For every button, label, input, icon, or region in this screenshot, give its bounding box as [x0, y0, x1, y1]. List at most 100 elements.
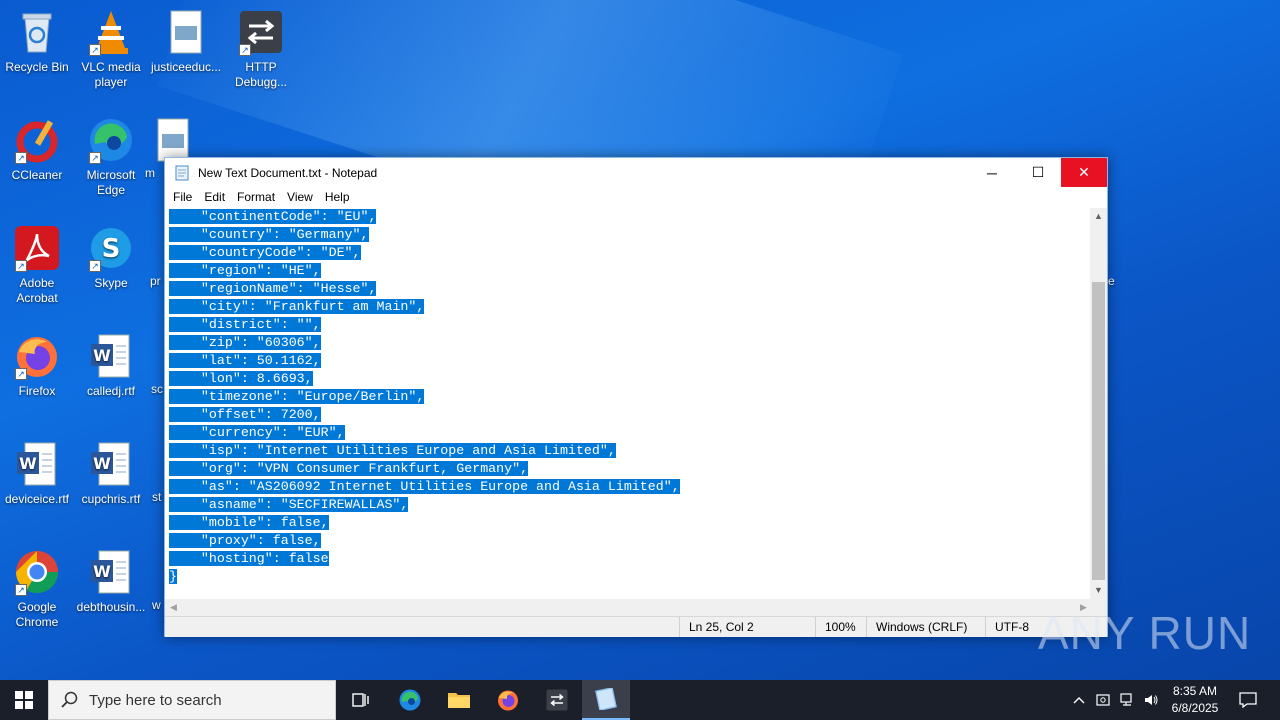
text-line: "continentCode": "EU",	[169, 208, 1092, 226]
status-bar: Ln 25, Col 2 100% Windows (CRLF) UTF-8	[165, 616, 1107, 637]
menu-format[interactable]: Format	[231, 190, 281, 204]
desktop-icon-label: justiceeduc...	[150, 60, 222, 74]
minimize-button[interactable]: ─	[969, 158, 1015, 187]
task-view-icon	[352, 693, 369, 707]
selected-text: "city": "Frankfurt am Main",	[169, 299, 425, 314]
skype-icon: S ↗	[87, 224, 135, 272]
chrome-icon: ↗	[13, 548, 61, 596]
desktop-icon-label: Microsoft Edge	[86, 168, 136, 197]
desktop-icon-label-partial: w	[152, 598, 161, 612]
network-icon[interactable]	[1116, 680, 1138, 720]
scrollbar-thumb[interactable]	[1092, 282, 1105, 580]
desktop-icon-label-partial: e	[1108, 274, 1115, 288]
shortcut-arrow-icon: ↗	[15, 368, 27, 380]
horizontal-scrollbar[interactable]: ◀ ▶	[165, 599, 1092, 616]
tray-overflow-chevron-icon[interactable]	[1068, 680, 1090, 720]
menu-file[interactable]: File	[167, 190, 198, 204]
desktop-icon-chrome[interactable]: ↗ Google Chrome	[0, 548, 74, 630]
taskbar-notepad[interactable]	[582, 680, 630, 720]
menu-view[interactable]: View	[281, 190, 319, 204]
selected-text: "currency": "EUR",	[169, 425, 345, 440]
desktop-icon-http-debugger[interactable]: ↗ HTTP Debugg...	[224, 8, 298, 90]
edge-icon: ↗	[87, 116, 135, 164]
desktop-icon-label: Skype	[94, 276, 128, 290]
text-line: "country": "Germany",	[169, 226, 1092, 244]
taskbar-file-explorer[interactable]	[435, 680, 483, 720]
selected-text: "district": "",	[169, 317, 321, 332]
menu-help[interactable]: Help	[319, 190, 356, 204]
desktop-icon-edge[interactable]: ↗ Microsoft Edge	[74, 116, 148, 198]
vertical-scrollbar[interactable]: ▲ ▼	[1090, 208, 1107, 599]
desktop-icon-calledj[interactable]: W calledj.rtf	[74, 332, 148, 399]
search-icon	[61, 691, 78, 708]
scroll-left-icon[interactable]: ◀	[165, 599, 182, 616]
selected-text: "lon": 8.6693,	[169, 371, 313, 386]
desktop-icon-acrobat[interactable]: ↗ Adobe Acrobat	[0, 224, 74, 306]
desktop-icon-skype[interactable]: S ↗ Skype	[74, 224, 148, 291]
svg-text:W: W	[93, 346, 111, 365]
selected-text: }	[169, 569, 177, 584]
title-bar[interactable]: New Text Document.txt - Notepad ─ ☐ ✕	[165, 158, 1107, 187]
desktop-icon-label: Google Chrome	[15, 600, 59, 629]
adobe-acrobat-icon: ↗	[13, 224, 61, 272]
taskbar-firefox[interactable]	[484, 680, 532, 720]
word-document-icon: W	[87, 548, 135, 596]
desktop-icon-label: cupchris.rtf	[81, 492, 141, 506]
desktop-icon-firefox[interactable]: ↗ Firefox	[0, 332, 74, 399]
clock-time: 8:35 AM	[1172, 684, 1218, 698]
shortcut-arrow-icon: ↗	[239, 44, 251, 56]
notifications-icon[interactable]	[1234, 680, 1262, 720]
text-line: "org": "VPN Consumer Frankfurt, Germany"…	[169, 460, 1092, 478]
desktop-icon-cupchris[interactable]: W cupchris.rtf	[74, 440, 148, 507]
desktop-icon-label: Adobe Acrobat	[16, 276, 58, 305]
desktop-icon-vlc[interactable]: ↗ VLC media player	[74, 8, 148, 90]
desktop-icon-ccleaner[interactable]: ↗ CCleaner	[0, 116, 74, 183]
scroll-up-icon[interactable]: ▲	[1090, 208, 1107, 225]
taskbar-search-box[interactable]: Type here to search	[48, 680, 336, 720]
desktop-icon-label: Recycle Bin	[5, 60, 69, 74]
selected-text: "zip": "60306",	[169, 335, 321, 350]
shortcut-arrow-icon: ↗	[15, 584, 27, 596]
selected-text: "offset": 7200,	[169, 407, 321, 422]
text-line: "zip": "60306",	[169, 334, 1092, 352]
text-line: "proxy": false,	[169, 532, 1092, 550]
desktop-icon-justiceeduc[interactable]: justiceeduc...	[149, 8, 223, 75]
selected-text: "country": "Germany",	[169, 227, 369, 242]
menu-edit[interactable]: Edit	[198, 190, 231, 204]
task-view-button[interactable]	[336, 680, 384, 720]
notepad-window[interactable]: New Text Document.txt - Notepad ─ ☐ ✕ Fi…	[164, 157, 1108, 637]
svg-text:W: W	[93, 562, 111, 581]
selected-text: "as": "AS206092 Internet Utilities Europ…	[169, 479, 680, 494]
selected-text: "proxy": false,	[169, 533, 321, 548]
text-line: "region": "HE",	[169, 262, 1092, 280]
anyrun-watermark: ANY RUN	[1038, 607, 1252, 659]
taskbar-http-debugger[interactable]	[533, 680, 581, 720]
text-line: "hosting": false	[169, 550, 1092, 568]
shortcut-arrow-icon: ↗	[89, 260, 101, 272]
tray-meet-icon[interactable]	[1092, 680, 1114, 720]
text-line: "timezone": "Europe/Berlin",	[169, 388, 1092, 406]
http-debugger-icon	[546, 689, 568, 711]
vlc-icon: ↗	[87, 8, 135, 56]
selected-text: "timezone": "Europe/Berlin",	[169, 389, 425, 404]
selected-text: "hosting": false	[169, 551, 329, 566]
start-button[interactable]	[0, 680, 48, 720]
scroll-down-icon[interactable]: ▼	[1090, 582, 1107, 599]
text-line: "mobile": false,	[169, 514, 1092, 532]
text-editor[interactable]: "continentCode": "EU", "country": "Germa…	[165, 208, 1092, 599]
desktop-icon-debthousin[interactable]: W debthousin...	[74, 548, 148, 615]
firefox-icon: ↗	[13, 332, 61, 380]
close-button[interactable]: ✕	[1061, 158, 1107, 187]
selected-text: "regionName": "Hesse",	[169, 281, 377, 296]
desktop-icon-recycle-bin[interactable]: Recycle Bin	[0, 8, 74, 75]
desktop-icon-label: CCleaner	[11, 168, 63, 182]
windows-logo-icon	[15, 691, 33, 709]
volume-icon[interactable]	[1140, 680, 1162, 720]
desktop-icon-deviceice[interactable]: W deviceice.rtf	[0, 440, 74, 507]
maximize-button[interactable]: ☐	[1015, 158, 1061, 187]
taskbar-edge[interactable]	[386, 680, 434, 720]
selected-text: "asname": "SECFIREWALLAS",	[169, 497, 409, 512]
menu-bar: File Edit Format View Help	[165, 187, 1107, 207]
folder-icon	[448, 693, 470, 708]
clock[interactable]: 8:35 AM 6/8/2025	[1160, 683, 1230, 717]
